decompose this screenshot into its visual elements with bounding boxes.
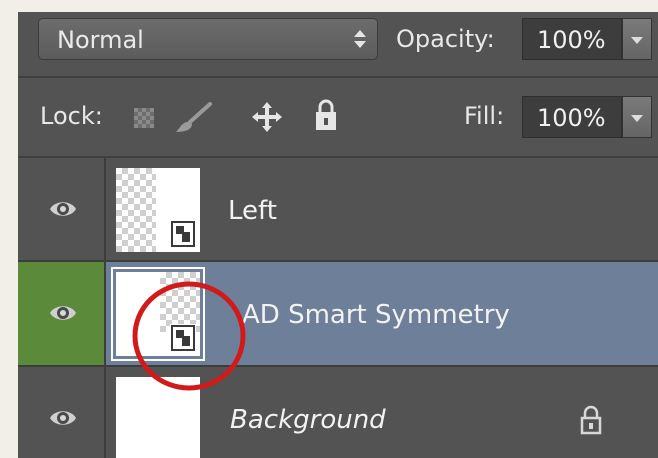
lock-image-pixels-icon[interactable] — [174, 102, 214, 134]
opacity-label: Opacity: — [396, 25, 495, 53]
visibility-toggle[interactable] — [18, 367, 106, 458]
visibility-toggle[interactable] — [18, 262, 106, 365]
fill-value: 100% — [537, 104, 606, 132]
chevron-down-icon — [631, 115, 643, 122]
layer-thumbnail — [116, 168, 200, 252]
eye-icon — [50, 202, 76, 216]
fill-label: Fill: — [464, 102, 505, 130]
layer-name: Background — [230, 405, 386, 435]
lock-all-icon[interactable] — [314, 98, 338, 132]
transparency-checker — [116, 168, 156, 252]
lock-position-icon[interactable] — [250, 100, 284, 134]
opacity-dropdown-button[interactable] — [622, 18, 652, 60]
blend-mode-value: Normal — [57, 26, 144, 54]
lock-label: Lock: — [40, 102, 103, 130]
annotation-circle — [132, 281, 246, 391]
fill-dropdown-button[interactable] — [622, 96, 652, 138]
chevron-down-icon — [631, 37, 643, 44]
eye-icon — [50, 411, 76, 425]
layers-panel: Normal Opacity: 100% Lock: Fill: 100% Le… — [18, 12, 658, 458]
lock-icon — [580, 405, 602, 435]
up-down-arrows-icon — [354, 30, 366, 48]
layer-name: AD Smart Symmetry — [242, 300, 510, 330]
eye-icon — [50, 306, 76, 320]
layer-row-left[interactable]: Left — [18, 158, 658, 261]
layer-name: Left — [228, 196, 277, 226]
opacity-field[interactable]: 100% — [522, 18, 622, 60]
layer-row-ad-smart-symmetry[interactable]: AD Smart Symmetry — [18, 262, 658, 365]
blend-opacity-bar: Normal Opacity: 100% — [18, 12, 658, 76]
blend-mode-select[interactable]: Normal — [38, 18, 378, 60]
opacity-value: 100% — [537, 26, 606, 54]
lock-fill-bar: Lock: Fill: 100% — [18, 78, 658, 158]
lock-transparent-pixels-icon[interactable] — [134, 108, 154, 128]
visibility-toggle[interactable] — [18, 158, 106, 261]
layer-row-background[interactable]: Background — [18, 367, 658, 458]
fill-field[interactable]: 100% — [522, 96, 622, 138]
smart-object-icon — [170, 220, 196, 248]
